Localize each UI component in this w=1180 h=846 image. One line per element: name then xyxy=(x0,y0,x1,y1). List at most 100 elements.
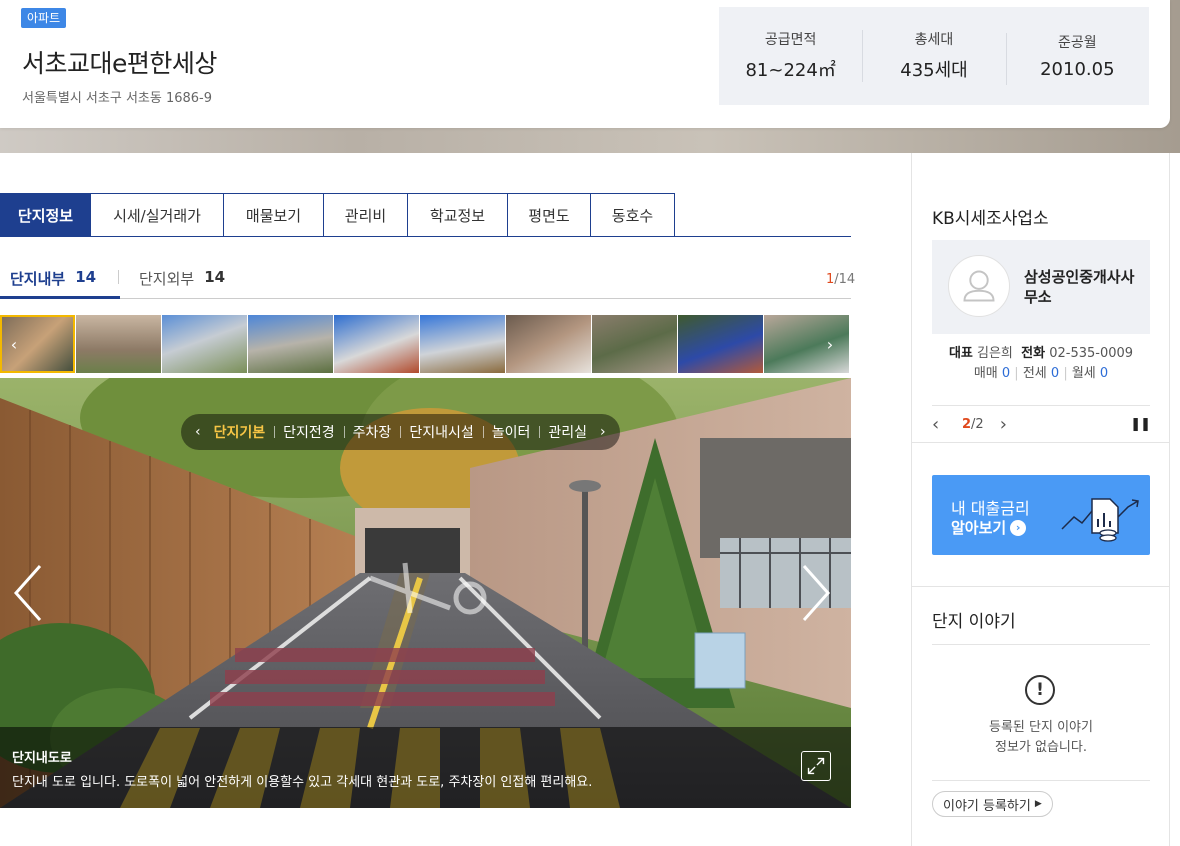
thumbnail[interactable] xyxy=(162,315,247,373)
stat-label: 공급면적 xyxy=(764,32,817,48)
complex-name: 서초교대e편한세상 xyxy=(22,49,217,78)
stat-households: 총세대 435세대 xyxy=(862,30,1005,82)
agent-avatar-icon xyxy=(948,255,1010,317)
tabs-baseline xyxy=(0,236,851,237)
tab-unit-number[interactable]: 동호수 xyxy=(591,193,675,237)
register-story-label: 이야기 등록하기 xyxy=(943,798,1031,814)
thumbnail[interactable] xyxy=(76,315,161,373)
complex-photo-viewer: ‹ 단지기본 단지전경 주차장 단지내시설 놀이터 관리실 › 단지내도로 단지… xyxy=(0,378,851,808)
monthly-count[interactable]: 0 xyxy=(1100,366,1108,381)
category-office[interactable]: 관리실 xyxy=(539,422,596,442)
loan-link-label: 알아보기 xyxy=(951,519,1007,537)
info-tabs: 단지정보 시세/실거래가 매물보기 관리비 학교정보 평면도 동호수 xyxy=(0,193,675,237)
category-overview[interactable]: 단지전경 xyxy=(274,422,344,442)
column-divider xyxy=(911,153,912,846)
story-empty-message: 등록된 단지 이야기 정보가 없습니다. xyxy=(932,718,1150,758)
jeonse-count[interactable]: 0 xyxy=(1051,366,1059,381)
thumbnail[interactable] xyxy=(334,315,419,373)
phone-number[interactable]: 02-535-0009 xyxy=(1049,346,1133,361)
category-parking[interactable]: 주차장 xyxy=(343,422,401,442)
jeonse-label: 전세 xyxy=(1022,366,1047,381)
separator: | xyxy=(1063,366,1068,381)
category-basic[interactable]: 단지기본 xyxy=(205,422,275,442)
tab-floorplan[interactable]: 평면도 xyxy=(508,193,591,237)
rep-label: 대표 xyxy=(948,346,973,361)
tab-maintenance[interactable]: 관리비 xyxy=(324,193,408,237)
complex-header: 아파트 서초교대e편한세상 서울특별시 서초구 서초동 1686-9 공급면적 … xyxy=(0,0,1170,128)
category-playground[interactable]: 놀이터 xyxy=(482,422,540,442)
stat-value: 2010.05 xyxy=(1040,58,1115,80)
agent-listing-row: 매매 0 | 전세 0 | 월세 0 xyxy=(932,364,1150,384)
expand-icon[interactable] xyxy=(801,751,831,781)
agent-pager: ‹ 2/2 › ❚❚ xyxy=(932,414,1151,435)
exclamation-icon: ! xyxy=(1025,675,1055,705)
property-type-badge: 아파트 xyxy=(21,8,67,28)
tab-price[interactable]: 시세/실거래가 xyxy=(91,193,224,237)
pager-status: 2/2 xyxy=(962,417,984,432)
stat-value: 81~224㎡ xyxy=(745,60,836,81)
thumbnail-next-button[interactable]: › xyxy=(818,315,842,373)
stat-completion: 준공월 2010.05 xyxy=(1005,32,1149,85)
thumbnail[interactable] xyxy=(506,315,591,373)
story-empty-line: 등록된 단지 이야기 xyxy=(989,720,1093,735)
arrow-right-icon: › xyxy=(1010,519,1027,536)
chart-document-icon xyxy=(1061,498,1139,542)
agent-contact-row: 대표 김은희 전화 02-535-0009 xyxy=(932,344,1150,364)
subtab-count: 14 xyxy=(75,268,97,286)
subtab-baseline xyxy=(0,298,851,299)
subtab-outer[interactable]: 단지외부 14 xyxy=(139,268,225,289)
subtab-label: 단지내부 xyxy=(10,270,66,288)
tab-listings[interactable]: 매물보기 xyxy=(224,193,324,237)
subtab-inner[interactable]: 단지내부 14 xyxy=(10,268,96,289)
photo-category-bar: ‹ 단지기본 단지전경 주차장 단지내시설 놀이터 관리실 › xyxy=(181,414,620,450)
category-facilities[interactable]: 단지내시설 xyxy=(400,422,482,442)
pager-prev-icon[interactable]: ‹ xyxy=(932,414,946,435)
category-next-icon[interactable]: › xyxy=(596,424,610,440)
tab-complex-info[interactable]: 단지정보 xyxy=(0,193,91,237)
divider xyxy=(932,644,1150,645)
photo-counter-total: /14 xyxy=(834,272,856,287)
pager-current: 2 xyxy=(962,416,972,432)
register-story-button[interactable]: 이야기 등록하기 ▶ xyxy=(932,791,1053,817)
loan-link: 알아보기 › xyxy=(951,517,1027,538)
photo-prev-button[interactable] xyxy=(8,558,48,628)
tab-school[interactable]: 학교정보 xyxy=(408,193,508,237)
subtab-label: 단지외부 xyxy=(139,270,195,288)
rep-name: 김은희 xyxy=(977,346,1013,361)
complex-address: 서울특별시 서초구 서초동 1686-9 xyxy=(22,91,213,106)
divider xyxy=(912,586,1169,587)
photo-counter: 1/14 xyxy=(826,272,855,287)
thumbnail[interactable] xyxy=(248,315,333,373)
loan-title: 내 대출금리 xyxy=(951,499,1030,518)
pager-next-icon[interactable]: › xyxy=(1000,414,1007,435)
thumbnail[interactable] xyxy=(420,315,505,373)
pause-icon[interactable]: ❚❚ xyxy=(1130,417,1151,432)
pager-total: /2 xyxy=(971,416,984,432)
agent-section-title: KB시세조사업소 xyxy=(932,209,1049,229)
subtab-count: 14 xyxy=(204,268,226,286)
stat-label: 준공월 xyxy=(1058,34,1097,51)
stat-supply-area: 공급면적 81~224㎡ xyxy=(719,30,862,82)
photo-caption: 단지내도로 단지내 도로 입니다. 도로폭이 넓어 안전하게 이용할수 있고 각… xyxy=(0,727,851,808)
caption-title: 단지내도로 xyxy=(12,751,72,766)
loan-rate-banner[interactable]: 내 대출금리 알아보기 › xyxy=(932,475,1150,555)
agent-info: 대표 김은희 전화 02-535-0009 매매 0 | 전세 0 | 월세 0 xyxy=(932,344,1150,384)
monthly-label: 월세 xyxy=(1071,366,1096,381)
thumbnail-prev-button[interactable]: ‹ xyxy=(2,315,26,373)
sale-label: 매매 xyxy=(973,366,998,381)
thumbnail[interactable] xyxy=(678,315,763,373)
photo-next-button[interactable] xyxy=(796,558,836,628)
sale-count[interactable]: 0 xyxy=(1002,366,1010,381)
story-section-title: 단지 이야기 xyxy=(932,612,1016,632)
agent-card[interactable]: 삼성공인중개사사무소 xyxy=(932,240,1150,334)
thumbnail[interactable] xyxy=(592,315,677,373)
story-empty-line: 정보가 없습니다. xyxy=(995,740,1087,755)
phone-label: 전화 xyxy=(1021,346,1046,361)
divider xyxy=(932,780,1150,781)
category-prev-icon[interactable]: ‹ xyxy=(191,424,205,440)
divider xyxy=(912,442,1169,443)
triangle-right-icon: ▶ xyxy=(1034,799,1042,809)
subtab-separator xyxy=(118,270,119,284)
column-border xyxy=(1169,153,1170,846)
complex-stats: 공급면적 81~224㎡ 총세대 435세대 준공월 2010.05 xyxy=(719,7,1149,105)
